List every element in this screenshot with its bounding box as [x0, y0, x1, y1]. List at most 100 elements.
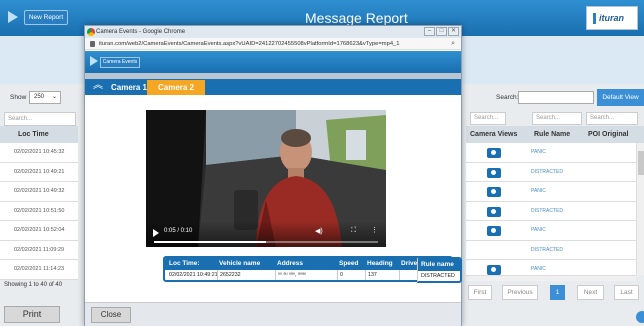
column-header-loc-time[interactable]: Loc Time: [0, 126, 78, 143]
rule-name-column: Rule name DISTRACTED: [417, 257, 462, 283]
header-speed: Speed: [339, 260, 359, 267]
play-arrow-icon: [90, 56, 98, 66]
window-title-bar: Camera Events - Google Chrome – □ ✕: [85, 26, 461, 38]
close-button[interactable]: Close: [91, 307, 131, 323]
table-row[interactable]: DISTRACTED: [466, 162, 636, 182]
camera-view-icon[interactable]: [487, 167, 501, 178]
rule-name-cell[interactable]: DISTRACTED: [531, 163, 563, 182]
window-controls: – □ ✕: [423, 27, 459, 37]
tab-camera-2[interactable]: Camera 2: [147, 80, 205, 95]
column-header-camera-views[interactable]: Camera Views: [470, 126, 517, 143]
more-options-icon[interactable]: ⋮: [371, 226, 378, 234]
window-title: Camera Events - Google Chrome: [96, 29, 186, 35]
cell-loc-time: 02/02/2021 10:49:21: [169, 272, 218, 278]
logo-bar-icon: [593, 13, 596, 24]
zoom-icon[interactable]: ⌕: [451, 38, 455, 49]
rule-name-cell[interactable]: PANIC: [531, 221, 546, 240]
current-page-button[interactable]: 1: [550, 285, 565, 300]
table-row[interactable]: 02/02/2021 11:09:29: [0, 240, 78, 260]
search-label: Search:: [496, 94, 519, 101]
page-size-value: 250: [34, 94, 45, 100]
table-row[interactable]: 02/02/2021 10:51:50: [0, 201, 78, 221]
camera-view-icon[interactable]: [487, 226, 501, 236]
event-info-header: Loc Time: Vehicle name Address Speed Hea…: [165, 258, 451, 270]
table-row[interactable]: 02/02/2021 10:45:32: [0, 143, 78, 163]
logo-text: ituran: [599, 13, 625, 23]
new-report-button[interactable]: New Report: [24, 10, 68, 25]
first-page-button[interactable]: First: [468, 285, 492, 300]
video-player[interactable]: 0:05 / 0:10 ◀) ⛶ ⋮: [146, 110, 386, 247]
volume-icon[interactable]: ◀): [315, 227, 323, 235]
column-header-rule-name[interactable]: Rule Name: [534, 126, 570, 143]
left-table-body: 02/02/2021 10:45:32 02/02/2021 10:49:21 …: [0, 143, 78, 280]
default-view-button[interactable]: Default View: [597, 89, 644, 106]
camera-view-icon[interactable]: [487, 187, 501, 197]
cell-driver-name: [399, 270, 402, 280]
horizontal-scrollbar[interactable]: [466, 275, 636, 281]
previous-page-button[interactable]: Previous: [502, 285, 538, 300]
rule-name-cell[interactable]: DISTRACTED: [531, 241, 563, 260]
show-label: Show: [10, 94, 27, 101]
left-column-search: Search...: [0, 110, 80, 126]
video-controls: 0:05 / 0:10 ◀) ⛶ ⋮: [146, 221, 386, 247]
chevron-down-icon: ⌄: [51, 94, 57, 100]
address-bar[interactable]: ituran.com/web2/CameraEvents/CameraEvent…: [85, 38, 461, 50]
play-icon[interactable]: [153, 229, 159, 237]
next-page-button[interactable]: Next: [577, 285, 604, 300]
maximize-icon[interactable]: □: [436, 27, 447, 36]
column-header-poi-original[interactable]: POI Original: [588, 126, 628, 143]
table-row[interactable]: DISTRACTED: [466, 240, 636, 260]
camera-view-icon[interactable]: [487, 148, 501, 158]
pagination: First Previous 1 Next Last: [466, 285, 644, 301]
rule-name-cell[interactable]: PANIC: [531, 182, 546, 201]
column-search-input[interactable]: Search...: [586, 112, 638, 125]
table-row[interactable]: PANIC: [466, 143, 636, 163]
column-search-input[interactable]: Search...: [4, 112, 76, 126]
column-search-input[interactable]: Search...: [532, 112, 582, 125]
header-address: Address: [277, 260, 304, 267]
popup-header: Camera Events: [85, 51, 461, 73]
scroll-thumb[interactable]: [638, 151, 644, 175]
right-table-header: Camera Views Rule Name POI Original: [466, 126, 644, 143]
search-input[interactable]: [518, 91, 594, 104]
video-time: 0:05 / 0:10: [164, 228, 193, 234]
table-row[interactable]: DISTRACTED: [466, 201, 636, 221]
video-progress-fill: [154, 241, 266, 243]
camera-events-button[interactable]: Camera Events: [100, 57, 140, 68]
table-row[interactable]: 02/02/2021 11:14:23: [0, 260, 78, 280]
rule-name-cell[interactable]: PANIC: [531, 143, 546, 162]
video-progress-bar[interactable]: [154, 241, 378, 243]
close-window-icon[interactable]: ✕: [448, 27, 459, 36]
collapse-chevron-icon[interactable]: ︽: [93, 81, 103, 91]
right-column-searches: Search... Search... Search...: [470, 112, 644, 126]
url-text: ituran.com/web2/CameraEvents/CameraEvent…: [99, 41, 400, 47]
table-row[interactable]: 02/02/2021 10:52:04: [0, 221, 78, 241]
showing-count: Showing 1 to 40 of 40: [4, 282, 63, 288]
page-size-select[interactable]: 250 ⌄: [29, 91, 61, 104]
column-search-input[interactable]: Search...: [470, 112, 506, 125]
cell-rule-name: DISTRACTED: [421, 273, 455, 279]
vertical-scrollbar[interactable]: [636, 143, 644, 275]
lock-icon: [90, 41, 95, 47]
print-button[interactable]: Print: [4, 306, 60, 323]
table-row[interactable]: PANIC: [466, 182, 636, 202]
minimize-icon[interactable]: –: [424, 27, 435, 36]
header-loc-time: Loc Time:: [169, 260, 200, 267]
table-row[interactable]: PANIC: [466, 221, 636, 241]
chrome-icon: [87, 28, 95, 36]
right-table-body: PANIC DISTRACTED PANIC DISTRACTED PANIC DISTR…: [466, 143, 636, 280]
last-page-button[interactable]: Last: [614, 285, 639, 300]
chat-bubble-icon[interactable]: [636, 311, 644, 323]
header-rule-name: Rule name: [418, 259, 460, 271]
camera-view-icon[interactable]: [487, 265, 501, 275]
cell-speed: 0: [337, 270, 343, 280]
fullscreen-icon[interactable]: ⛶: [351, 227, 356, 235]
header-heading: Heading: [367, 260, 393, 267]
table-row[interactable]: 02/02/2021 10:49:21: [0, 162, 78, 182]
camera-events-window: Camera Events - Google Chrome – □ ✕ ituran…: [84, 25, 462, 326]
header-vehicle-name: Vehicle name: [219, 260, 261, 267]
camera-view-icon[interactable]: [487, 206, 501, 217]
table-row[interactable]: 02/02/2021 10:49:32: [0, 182, 78, 202]
rule-name-cell[interactable]: DISTRACTED: [531, 202, 563, 221]
cell-address: ᵘᵘ ᵃᵘ ᵘᵃᵘ, ᵃᵘᵃᵘ: [275, 270, 306, 280]
